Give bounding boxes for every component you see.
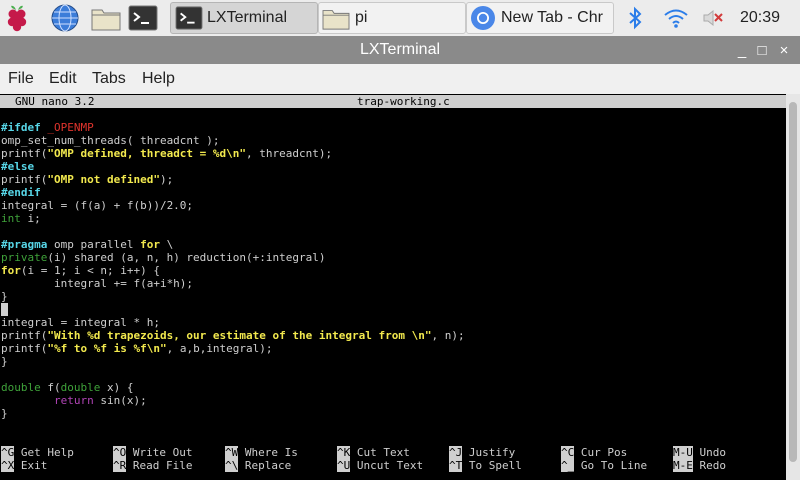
code-line: omp_set_num_threads( threadcnt );	[1, 134, 220, 147]
terminal-icon	[175, 6, 203, 30]
nano-version: GNU nano 3.2	[15, 95, 95, 108]
chromium-icon	[471, 6, 495, 30]
code-line: integral += f(a+i*h);	[1, 277, 194, 290]
code-line: double f(double x) {	[1, 381, 134, 394]
window-title: LXTerminal	[359, 41, 441, 58]
shortcut-go-to-line: ^_ Go To Line	[561, 459, 648, 472]
minimize-button[interactable]: _	[732, 40, 752, 60]
code-line: private(i) shared (a, n, h) reduction(+:…	[1, 251, 326, 264]
close-icon: ×	[779, 41, 789, 59]
nano-filename: trap-working.c	[357, 95, 450, 108]
code-line: printf("%f to %f is %f\n", a,b,integral)…	[1, 342, 273, 355]
wifi-icon	[664, 9, 688, 28]
taskbar-item-label: New Tab - Chr	[501, 9, 603, 26]
maximize-icon: □	[757, 41, 767, 59]
window-titlebar[interactable]: LXTerminal _ □ ×	[0, 36, 800, 64]
raspberry-menu-button[interactable]	[4, 2, 34, 34]
file-manager-launcher[interactable]	[90, 2, 124, 34]
code-line: integral = integral * h;	[1, 316, 160, 329]
shortcut-exit: ^X Exit	[1, 459, 48, 472]
code-line: return sin(x);	[53, 394, 147, 407]
shortcut-cur-pos: ^C Cur Pos	[561, 446, 628, 459]
shortcut-get-help: ^G Get Help	[1, 446, 74, 459]
code-line: int i;	[1, 212, 41, 225]
code-line: #else	[1, 160, 35, 173]
menu-edit[interactable]: Edit	[49, 70, 77, 88]
wifi-tray-button[interactable]	[660, 0, 692, 36]
taskbar-item-lxterminal[interactable]: LXTerminal	[170, 2, 318, 34]
taskbar-item-label: LXTerminal	[207, 9, 288, 26]
bluetooth-tray-button[interactable]	[620, 0, 650, 36]
terminal-launcher[interactable]	[128, 2, 162, 34]
taskbar: LXTerminal pi New Tab - Chr 20:39	[0, 0, 800, 36]
shortcut-write-out: ^O Write Out	[113, 446, 193, 459]
maximize-button[interactable]: □	[752, 40, 772, 60]
code-line: for(i = 1; i < n; i++) {	[1, 264, 160, 277]
clock[interactable]: 20:39	[740, 9, 780, 27]
terminal-area[interactable]: GNU nano 3.2 trap-working.c #ifdef _OPEN…	[0, 94, 786, 480]
shortcut-uncut-text: ^U Uncut Text	[337, 459, 424, 472]
taskbar-item-pi[interactable]: pi	[318, 2, 466, 34]
terminal-icon	[128, 5, 158, 31]
code-line: }	[1, 355, 8, 368]
code-line: printf("With %d trapezoids, our estimate…	[1, 329, 465, 342]
shortcut-undo: M-U Undo	[673, 446, 726, 459]
volume-tray-button[interactable]	[698, 0, 728, 36]
code-line	[1, 303, 8, 316]
code-line: #pragma omp parallel for \	[1, 238, 174, 251]
volume-muted-icon	[703, 9, 723, 27]
menu-file[interactable]: File	[8, 70, 34, 88]
text-cursor	[1, 303, 8, 316]
code-line: }	[1, 407, 8, 420]
shortcut-cut-text: ^K Cut Text	[337, 446, 410, 459]
code-line: printf("OMP not defined");	[1, 173, 174, 186]
menu-tabs[interactable]: Tabs	[92, 70, 126, 88]
shortcut-read-file: ^R Read File	[113, 459, 193, 472]
shortcut-replace: ^\ Replace	[225, 459, 292, 472]
code-line: integral = (f(a) + f(b))/2.0;	[1, 199, 194, 212]
shortcut-redo: M-E Redo	[673, 459, 726, 472]
shortcut-justify: ^J Justify	[449, 446, 516, 459]
folder-icon	[322, 10, 350, 30]
menu-bar: File Edit Tabs Help	[0, 64, 800, 94]
code-line: #ifdef _OPENMP	[1, 121, 94, 134]
taskbar-item-label: pi	[355, 9, 368, 26]
code-line: #endif	[1, 186, 41, 199]
close-button[interactable]: ×	[774, 40, 794, 60]
scrollbar-thumb[interactable]	[789, 102, 797, 462]
taskbar-item-chromium[interactable]: New Tab - Chr	[466, 2, 614, 34]
nano-title-bar: GNU nano 3.2 trap-working.c	[0, 95, 786, 108]
shortcut-to-spell: ^T To Spell	[449, 459, 522, 472]
menu-help[interactable]: Help	[142, 70, 175, 88]
raspberry-icon	[7, 5, 27, 32]
terminal-scrollbar[interactable]	[786, 94, 800, 480]
code-line: }	[1, 290, 8, 303]
bluetooth-icon	[629, 6, 642, 30]
shortcut-where-is: ^W Where Is	[225, 446, 298, 459]
code-line: printf("OMP defined, threadct = %d\n", t…	[1, 147, 333, 160]
folder-icon	[91, 9, 121, 31]
globe-icon	[51, 4, 79, 32]
web-browser-launcher[interactable]	[50, 2, 84, 34]
minimize-icon: _	[737, 41, 747, 59]
